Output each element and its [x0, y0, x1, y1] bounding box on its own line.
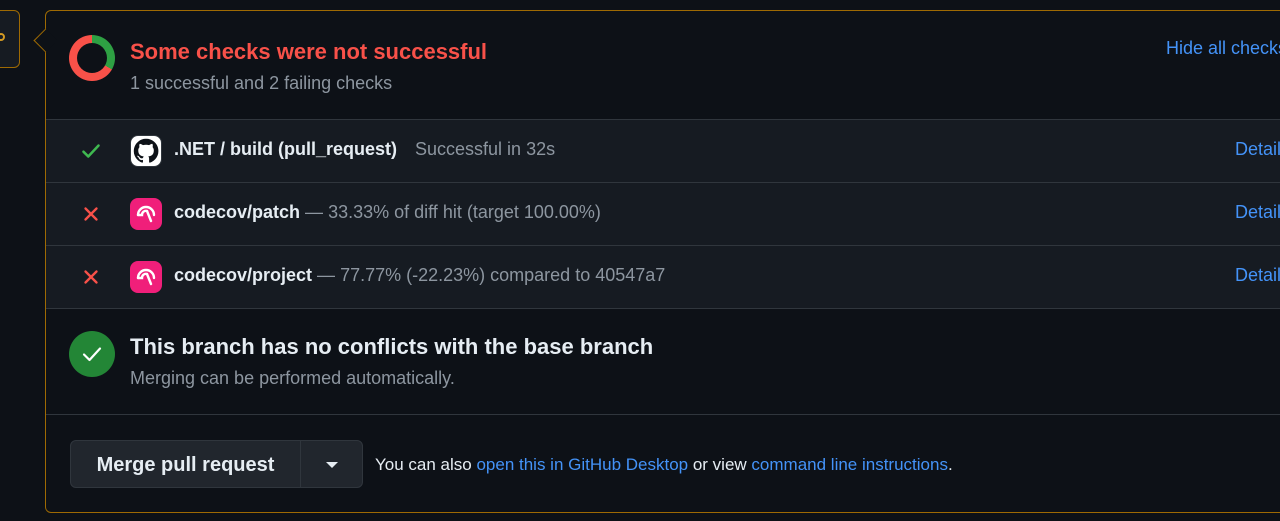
check-icon — [82, 144, 100, 158]
merge-help-prefix: You can also — [375, 455, 477, 474]
checks-title: Some checks were not successful — [130, 39, 488, 64]
check-row-codecov-patch: codecov/patch — 33.33% of diff hit (targ… — [46, 183, 1280, 246]
check-text: codecov/project — 77.77% (-22.23%) compa… — [174, 265, 665, 286]
github-icon — [130, 135, 162, 167]
merge-pull-request-button[interactable]: Merge pull request — [71, 441, 301, 487]
checks-donut-icon — [69, 35, 115, 81]
check-row-dotnet-build: .NET / build (pull_request) Successful in… — [46, 120, 1280, 183]
check-name: codecov/project — [174, 265, 313, 285]
details-link[interactable]: Details — [1235, 139, 1280, 160]
open-in-desktop-link[interactable]: open this in GitHub Desktop — [476, 455, 688, 474]
merge-actions: Merge pull request You can also open thi… — [46, 415, 1280, 513]
conflicts-subtitle: Merging can be performed automatically. — [130, 368, 455, 388]
x-icon — [84, 207, 98, 221]
details-link[interactable]: Details — [1235, 202, 1280, 223]
merge-method-dropdown-button[interactable] — [301, 441, 362, 487]
check-description: 33.33% of diff hit (target 100.00%) — [328, 202, 601, 222]
merge-help-suffix: . — [947, 455, 953, 474]
check-circle-icon — [69, 331, 115, 377]
check-text: codecov/patch — 33.33% of diff hit (targ… — [174, 202, 601, 223]
conflicts-section: This branch has no conflicts with the ba… — [46, 308, 1280, 415]
git-commit-icon — [0, 33, 5, 41]
check-name: .NET / build (pull_request) — [174, 139, 398, 159]
hide-all-checks-link[interactable]: Hide all checks — [1166, 38, 1280, 59]
command-line-instructions-link[interactable]: command line instructions — [751, 455, 948, 474]
check-description: 77.77% (-22.23%) compared to 40547a7 — [340, 265, 666, 285]
x-icon — [84, 270, 98, 284]
merge-help-text: You can also open this in GitHub Desktop… — [375, 455, 953, 475]
details-link[interactable]: Details — [1235, 265, 1280, 286]
checks-summary: Some checks were not successful 1 succes… — [46, 11, 1280, 119]
merge-help-middle: or view — [688, 455, 752, 474]
check-row-codecov-project: codecov/project — 77.77% (-22.23%) compa… — [46, 246, 1280, 308]
codecov-icon — [130, 198, 162, 230]
check-separator: — — [312, 265, 341, 285]
check-text: .NET / build (pull_request) Successful in… — [174, 139, 555, 160]
merge-button-group: Merge pull request — [70, 440, 363, 488]
checks-subtitle: 1 successful and 2 failing checks — [130, 73, 393, 93]
checks-list: .NET / build (pull_request) Successful in… — [46, 119, 1280, 309]
triangle-down-icon — [326, 462, 338, 468]
check-separator: — — [300, 202, 329, 222]
merge-box: Some checks were not successful 1 succes… — [45, 10, 1280, 513]
conflicts-title: This branch has no conflicts with the ba… — [130, 334, 654, 359]
timeline-badge — [0, 10, 20, 68]
check-description: Successful in 32s — [415, 139, 556, 159]
codecov-icon — [130, 261, 162, 293]
check-name: codecov/patch — [174, 202, 301, 222]
pr-merge-page: Some checks were not successful 1 succes… — [0, 0, 1280, 521]
